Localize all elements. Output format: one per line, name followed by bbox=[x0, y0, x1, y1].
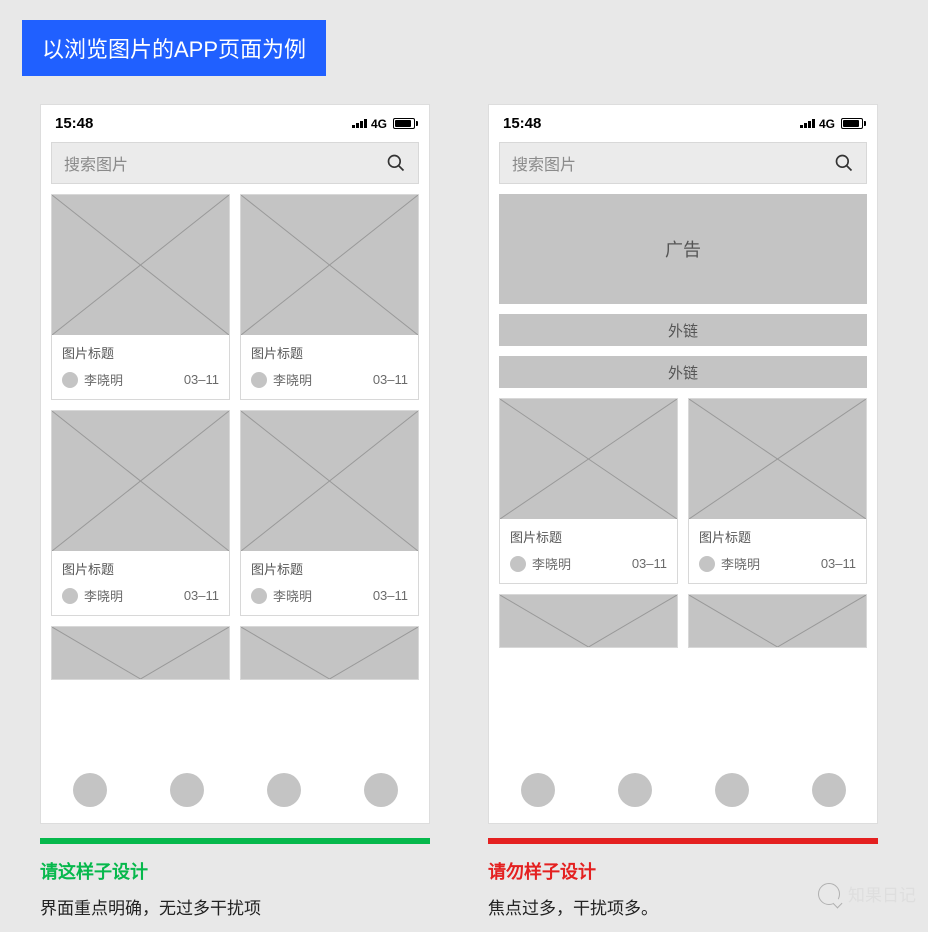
avatar bbox=[699, 556, 715, 572]
card-author: 李晓明 bbox=[84, 370, 123, 389]
ad-banner[interactable]: 广告 bbox=[499, 194, 867, 304]
status-time: 15:48 bbox=[503, 115, 541, 132]
image-placeholder bbox=[241, 195, 418, 335]
tab-item[interactable] bbox=[715, 773, 749, 807]
signal-icon bbox=[352, 119, 367, 128]
card-date: 03–11 bbox=[632, 556, 667, 571]
card-title: 图片标题 bbox=[62, 343, 219, 362]
caption-desc: 界面重点明确，无过多干扰项 bbox=[40, 894, 430, 919]
card-date: 03–11 bbox=[821, 556, 856, 571]
signal-icon bbox=[800, 119, 815, 128]
image-card[interactable]: 图片标题 李晓明 03–11 bbox=[240, 194, 419, 400]
phone-bad: 15:48 4G 搜索图片 广告 外链 外链 图片标题 bbox=[488, 104, 878, 824]
card-title: 图片标题 bbox=[699, 527, 856, 546]
status-bar: 15:48 4G bbox=[489, 105, 877, 138]
card-date: 03–11 bbox=[373, 588, 408, 603]
image-card[interactable]: 图片标题 李晓明 03–11 bbox=[688, 398, 867, 584]
watermark: 知果日记 bbox=[818, 881, 916, 906]
external-link[interactable]: 外链 bbox=[499, 314, 867, 346]
card-title: 图片标题 bbox=[510, 527, 667, 546]
card-title: 图片标题 bbox=[251, 559, 408, 578]
search-placeholder: 搜索图片 bbox=[512, 151, 576, 175]
card-date: 03–11 bbox=[184, 588, 219, 603]
search-icon[interactable] bbox=[834, 153, 854, 173]
tab-item[interactable] bbox=[618, 773, 652, 807]
card-date: 03–11 bbox=[184, 372, 219, 387]
image-placeholder[interactable] bbox=[240, 626, 419, 680]
card-author: 李晓明 bbox=[84, 586, 123, 605]
image-placeholder[interactable] bbox=[688, 594, 867, 648]
caption-bad: 请勿样子设计 焦点过多，干扰项多。 bbox=[488, 838, 878, 919]
avatar bbox=[251, 372, 267, 388]
image-card[interactable]: 图片标题 李晓明 03–11 bbox=[51, 410, 230, 616]
tab-item[interactable] bbox=[267, 773, 301, 807]
caption-title: 请这样子设计 bbox=[40, 858, 430, 884]
card-author: 李晓明 bbox=[273, 370, 312, 389]
tab-item[interactable] bbox=[170, 773, 204, 807]
tab-item[interactable] bbox=[364, 773, 398, 807]
image-placeholder bbox=[689, 399, 866, 519]
tab-bar bbox=[489, 759, 877, 823]
brand-text: 知果日记 bbox=[848, 881, 916, 906]
phone-good: 15:48 4G 搜索图片 图片标题 李晓明 bbox=[40, 104, 430, 824]
network-label: 4G bbox=[819, 117, 835, 131]
ruler-good bbox=[40, 838, 430, 844]
card-title: 图片标题 bbox=[251, 343, 408, 362]
avatar bbox=[251, 588, 267, 604]
caption-good: 请这样子设计 界面重点明确，无过多干扰项 bbox=[40, 838, 430, 919]
external-link[interactable]: 外链 bbox=[499, 356, 867, 388]
image-placeholder[interactable] bbox=[499, 594, 678, 648]
avatar bbox=[510, 556, 526, 572]
tab-item[interactable] bbox=[812, 773, 846, 807]
card-date: 03–11 bbox=[373, 372, 408, 387]
tab-item[interactable] bbox=[73, 773, 107, 807]
image-placeholder bbox=[500, 399, 677, 519]
search-input[interactable]: 搜索图片 bbox=[499, 142, 867, 184]
battery-icon bbox=[841, 118, 863, 129]
search-input[interactable]: 搜索图片 bbox=[51, 142, 419, 184]
status-time: 15:48 bbox=[55, 115, 93, 132]
avatar bbox=[62, 588, 78, 604]
card-author: 李晓明 bbox=[532, 554, 571, 573]
ruler-bad bbox=[488, 838, 878, 844]
image-placeholder[interactable] bbox=[51, 626, 230, 680]
card-title: 图片标题 bbox=[62, 559, 219, 578]
status-bar: 15:48 4G bbox=[41, 105, 429, 138]
card-author: 李晓明 bbox=[721, 554, 760, 573]
tab-item[interactable] bbox=[521, 773, 555, 807]
search-placeholder: 搜索图片 bbox=[64, 151, 128, 175]
search-icon[interactable] bbox=[386, 153, 406, 173]
battery-icon bbox=[393, 118, 415, 129]
network-label: 4G bbox=[371, 117, 387, 131]
image-card[interactable]: 图片标题 李晓明 03–11 bbox=[240, 410, 419, 616]
page-heading: 以浏览图片的APP页面为例 bbox=[22, 20, 326, 76]
image-card[interactable]: 图片标题 李晓明 03–11 bbox=[499, 398, 678, 584]
image-placeholder bbox=[52, 411, 229, 551]
card-author: 李晓明 bbox=[273, 586, 312, 605]
avatar bbox=[62, 372, 78, 388]
image-placeholder bbox=[241, 411, 418, 551]
image-card[interactable]: 图片标题 李晓明 03–11 bbox=[51, 194, 230, 400]
image-placeholder bbox=[52, 195, 229, 335]
tab-bar bbox=[41, 759, 429, 823]
chat-icon bbox=[818, 883, 840, 905]
